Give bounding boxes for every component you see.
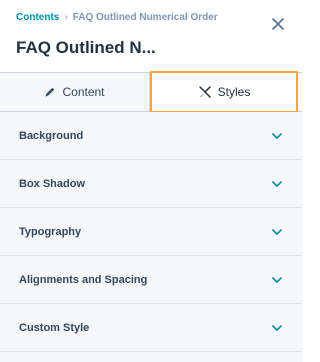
chevron-down-icon xyxy=(272,325,282,331)
section-label: Background xyxy=(19,129,84,142)
brush-icon xyxy=(198,86,212,98)
breadcrumb-current: FAQ Outlined Numerical Order xyxy=(72,12,218,23)
chevron-down-icon xyxy=(272,133,282,139)
pencil-icon xyxy=(44,86,56,98)
breadcrumb: Contents › FAQ Outlined Numerical Order xyxy=(16,12,218,23)
module-title: FAQ Outlined N... xyxy=(16,38,156,57)
close-icon xyxy=(272,18,284,30)
chevron-down-icon xyxy=(272,229,282,235)
section-label: Typography xyxy=(19,225,82,238)
section-label: Alignments and Spacing xyxy=(19,273,148,286)
chevron-down-icon xyxy=(272,181,282,187)
section-box-shadow[interactable]: Box Shadow xyxy=(0,160,302,208)
tab-styles[interactable]: Styles xyxy=(150,71,298,113)
section-typography[interactable]: Typography xyxy=(0,208,302,256)
section-label: Box Shadow xyxy=(19,177,86,190)
close-button[interactable] xyxy=(268,14,288,34)
breadcrumb-contents-link[interactable]: Contents xyxy=(16,12,59,23)
section-alignments-spacing[interactable]: Alignments and Spacing xyxy=(0,256,302,304)
tab-styles-label: Styles xyxy=(217,85,251,99)
styles-panel: Background Box Shadow Typography Alignme… xyxy=(0,112,302,362)
section-background[interactable]: Background xyxy=(0,112,302,160)
tab-bar: Content Styles xyxy=(0,71,302,113)
section-custom-style[interactable]: Custom Style xyxy=(0,304,302,352)
breadcrumb-separator: › xyxy=(64,12,68,23)
chevron-down-icon xyxy=(272,277,282,283)
tab-content-label: Content xyxy=(62,85,105,99)
section-label: Custom Style xyxy=(19,321,90,334)
tab-content[interactable]: Content xyxy=(0,73,150,111)
panel-header: Contents › FAQ Outlined Numerical Order … xyxy=(0,0,302,72)
